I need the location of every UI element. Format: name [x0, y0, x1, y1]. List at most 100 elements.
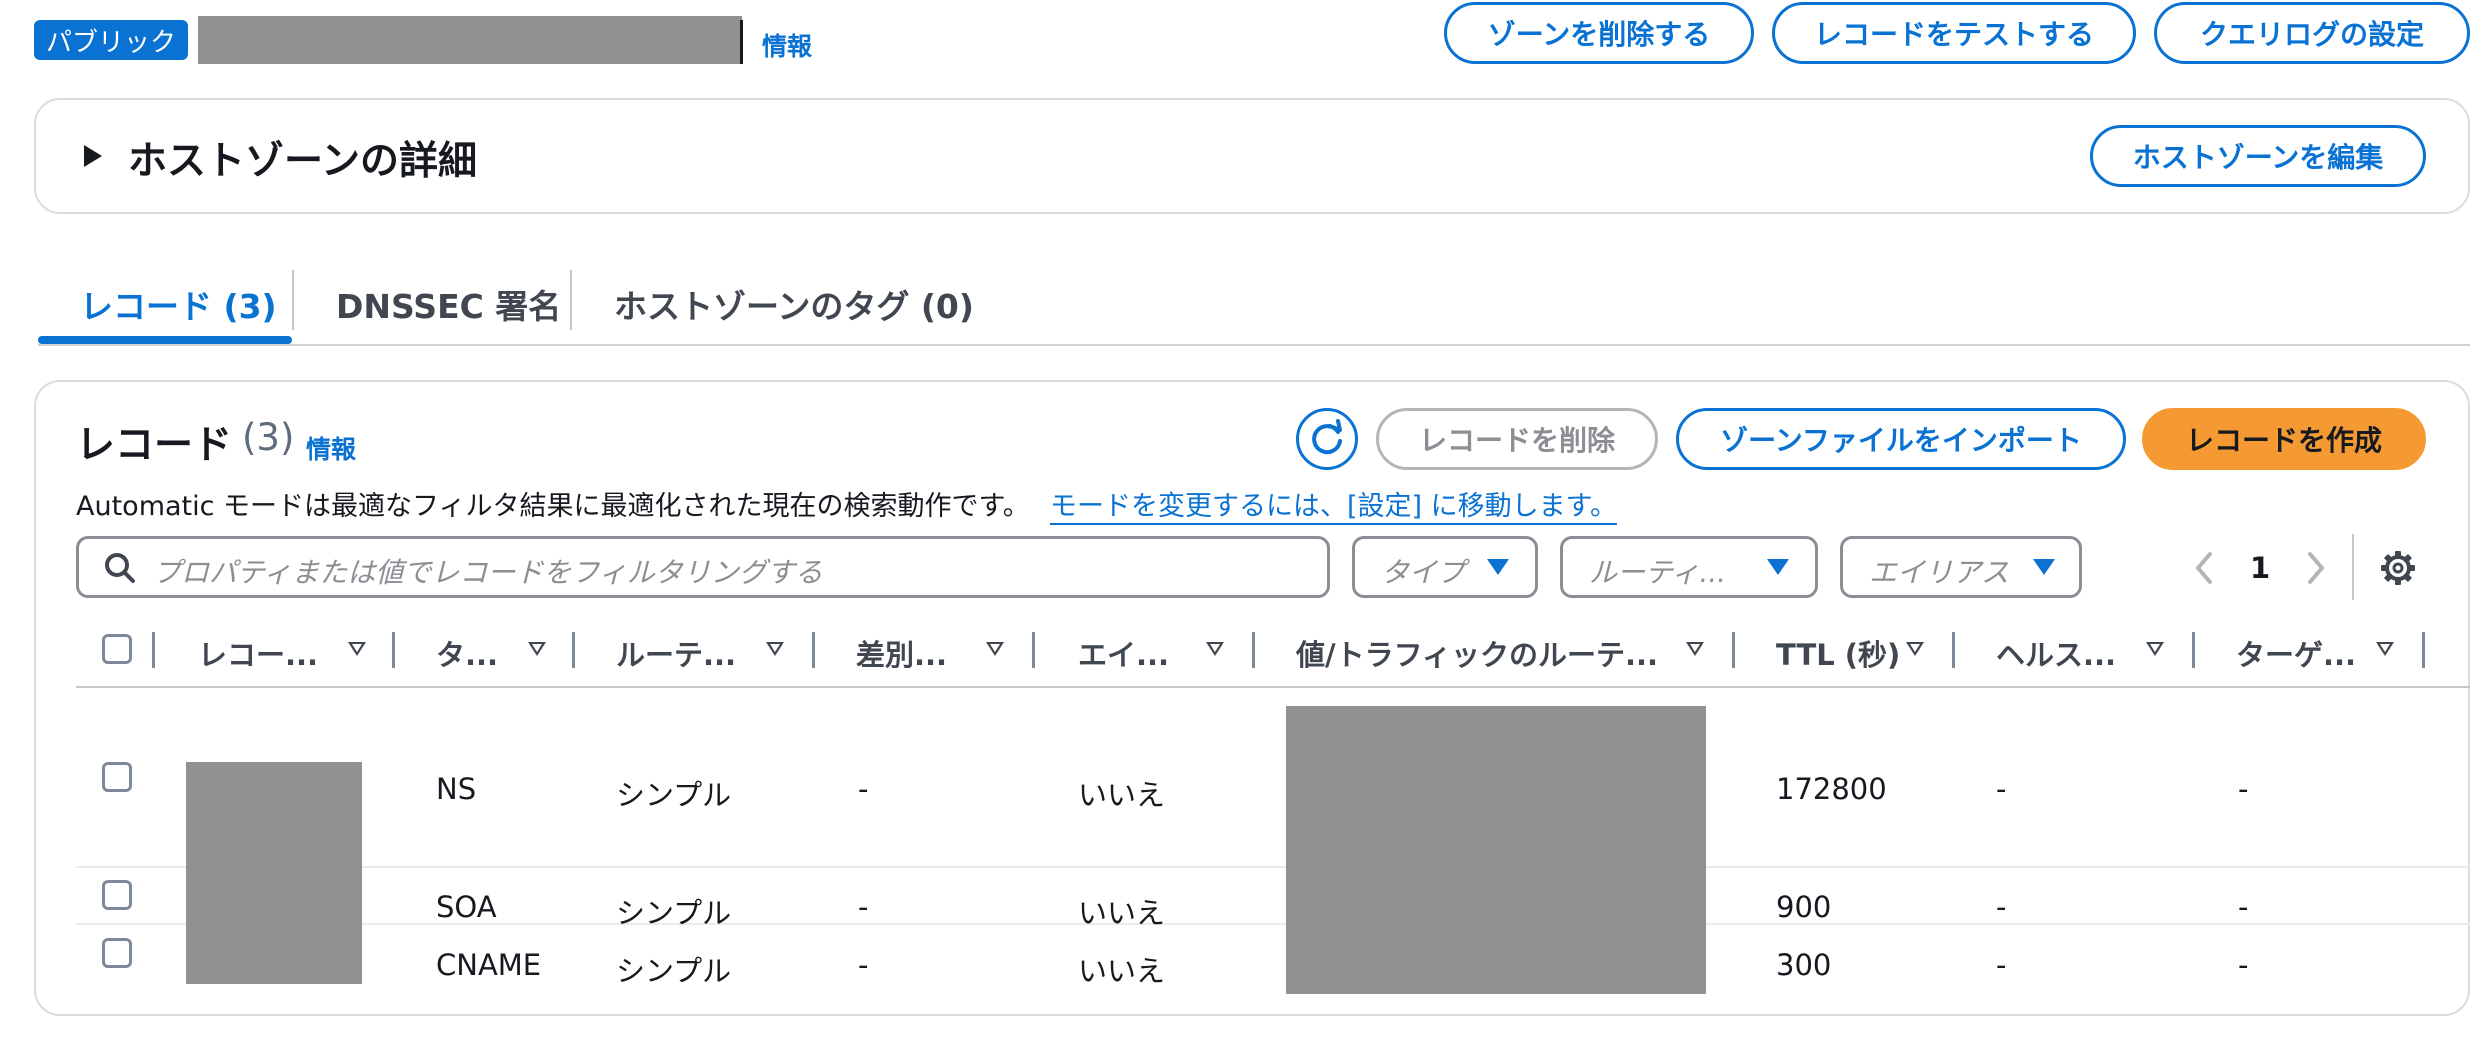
table-header-divider	[76, 686, 2470, 688]
select-all-checkbox[interactable]	[102, 634, 132, 664]
records-count: (3)	[242, 416, 295, 459]
column-header-health-check[interactable]: ヘルス...	[1996, 632, 2116, 674]
record-health-check: -	[1996, 772, 2007, 806]
record-health-check: -	[1996, 890, 2007, 924]
public-badge: パブリック	[34, 20, 188, 60]
sort-icon[interactable]	[2376, 642, 2394, 656]
sort-icon[interactable]	[986, 642, 1004, 656]
record-ttl: 300	[1776, 948, 1832, 982]
create-record-button[interactable]: レコードを作成	[2142, 408, 2426, 470]
sort-icon[interactable]	[2146, 642, 2164, 656]
column-header-target[interactable]: ターゲ...	[2236, 632, 2356, 674]
sort-icon[interactable]	[528, 642, 546, 656]
records-title: レコード	[76, 423, 233, 468]
column-header-alias[interactable]: エイ...	[1078, 632, 1169, 674]
column-divider[interactable]	[1252, 632, 1255, 668]
record-alias: いいえ	[1078, 778, 1166, 812]
record-target: -	[2238, 772, 2249, 806]
column-header-routing-policy[interactable]: ルーテ...	[616, 632, 736, 674]
record-routing-policy: シンプル	[616, 954, 732, 988]
record-differentiator: -	[858, 890, 869, 924]
record-target: -	[2238, 948, 2249, 982]
column-divider[interactable]	[572, 632, 575, 668]
search-placeholder: プロパティまたは値でレコードをフィルタリングする	[153, 556, 823, 589]
edit-hosted-zone-button[interactable]: ホストゾーンを編集	[2090, 125, 2426, 187]
record-search-input[interactable]: プロパティまたは値でレコードをフィルタリングする	[76, 536, 1330, 598]
record-ttl: 172800	[1776, 772, 1887, 806]
record-health-check: -	[1996, 948, 2007, 982]
column-divider[interactable]	[1732, 632, 1735, 668]
record-ttl: 900	[1776, 890, 1832, 924]
column-header-ttl[interactable]: TTL (秒)	[1776, 632, 1900, 674]
next-page-icon[interactable]	[2302, 550, 2328, 586]
hosted-zone-details-panel: ホストゾーンの詳細 ホストゾーンを編集	[34, 98, 2470, 214]
delete-zone-button[interactable]: ゾーンを削除する	[1444, 2, 1754, 64]
column-divider[interactable]	[392, 632, 395, 668]
refresh-button[interactable]	[1296, 408, 1358, 470]
test-record-button[interactable]: レコードをテストする	[1772, 2, 2136, 64]
record-target: -	[2238, 890, 2249, 924]
record-alias: いいえ	[1078, 954, 1166, 988]
sort-icon[interactable]	[1906, 642, 1924, 656]
column-divider[interactable]	[1952, 632, 1955, 668]
column-divider	[152, 632, 155, 668]
records-panel	[34, 380, 2470, 1016]
refresh-icon	[1312, 419, 1342, 455]
row-divider	[76, 866, 2470, 868]
routing-filter-select[interactable]: ルーティ...	[1560, 536, 1818, 598]
record-value-redacted	[1286, 706, 1706, 994]
row-checkbox[interactable]	[102, 880, 132, 910]
record-alias: いいえ	[1078, 896, 1166, 930]
column-header-value[interactable]: 値/トラフィックのルーテ...	[1296, 632, 1658, 674]
tab-dnssec[interactable]: DNSSEC 署名	[336, 280, 561, 328]
current-page[interactable]: 1	[2250, 551, 2270, 585]
record-type: CNAME	[436, 948, 542, 982]
column-header-type[interactable]: タ...	[436, 632, 498, 674]
query-log-settings-button[interactable]: クエリログの設定	[2154, 2, 2470, 64]
column-divider[interactable]	[1032, 632, 1035, 668]
search-mode-description: Automatic モードは最適なフィルタ結果に最適化された現在の検索動作です。	[76, 491, 1030, 522]
change-mode-link[interactable]: モードを変更するには、[設定] に移動します。	[1050, 484, 1617, 523]
column-divider[interactable]	[2422, 632, 2425, 668]
sort-icon[interactable]	[766, 642, 784, 656]
record-type: NS	[436, 772, 477, 806]
expand-caret-icon[interactable]	[84, 145, 102, 167]
caret-down-icon	[1487, 559, 1509, 575]
tab-records[interactable]: レコード (3)	[80, 280, 277, 328]
delete-record-button[interactable]: レコードを削除	[1376, 408, 1658, 470]
import-zone-file-button[interactable]: ゾーンファイルをインポート	[1676, 408, 2126, 470]
record-type: SOA	[436, 890, 497, 924]
header-info-link[interactable]: 情報	[762, 27, 812, 63]
search-icon	[105, 553, 135, 583]
tab-hosted-zone-tags[interactable]: ホストゾーンのタグ (0)	[614, 280, 974, 328]
active-tab-indicator	[38, 336, 292, 344]
routing-filter-label: ルーティ...	[1589, 556, 1727, 589]
column-divider[interactable]	[2192, 632, 2195, 668]
record-differentiator: -	[858, 772, 869, 806]
hosted-zone-name-redacted	[198, 16, 742, 64]
title-cursor	[740, 20, 743, 64]
alias-filter-label: エイリアス	[1869, 556, 2010, 589]
sort-icon[interactable]	[1686, 642, 1704, 656]
type-filter-label: タイプ	[1381, 556, 1466, 589]
sort-icon[interactable]	[1206, 642, 1224, 656]
row-checkbox[interactable]	[102, 762, 132, 792]
record-differentiator: -	[858, 948, 869, 982]
column-header-record-name[interactable]: レコー...	[198, 632, 318, 674]
tab-separator	[570, 270, 572, 330]
alias-filter-select[interactable]: エイリアス	[1840, 536, 2082, 598]
details-panel-title[interactable]: ホストゾーンの詳細	[128, 130, 477, 186]
gear-icon[interactable]	[2378, 548, 2418, 588]
sort-icon[interactable]	[348, 642, 366, 656]
column-header-differentiator[interactable]: 差別...	[856, 632, 947, 674]
column-divider[interactable]	[812, 632, 815, 668]
previous-page-icon[interactable]	[2192, 550, 2218, 586]
records-info-link[interactable]: 情報	[306, 430, 356, 466]
row-checkbox[interactable]	[102, 938, 132, 968]
tabs-baseline	[38, 344, 2470, 346]
caret-down-icon	[1767, 559, 1789, 575]
type-filter-select[interactable]: タイプ	[1352, 536, 1538, 598]
caret-down-icon	[2033, 559, 2055, 575]
record-routing-policy: シンプル	[616, 778, 732, 812]
pagination-divider	[2352, 534, 2354, 600]
